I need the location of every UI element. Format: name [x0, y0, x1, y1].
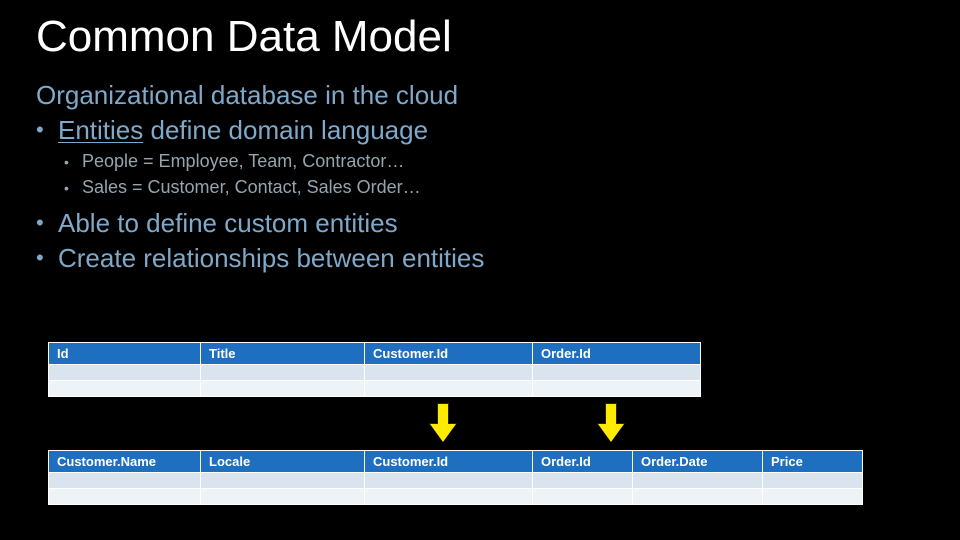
bullet-dot-icon: •	[36, 247, 58, 269]
sub-bullet-item: • Sales = Customer, Contact, Sales Order…	[64, 174, 924, 200]
table-row	[49, 365, 701, 381]
body-text: Organizational database in the cloud • E…	[36, 78, 924, 277]
table-header: Order.Id	[533, 343, 701, 365]
bullet-dot-icon: •	[36, 119, 58, 141]
bullet-text: Entities define domain language	[58, 113, 428, 148]
table-header: Customer.Name	[49, 451, 201, 473]
entity-table-2: Customer.Name Locale Customer.Id Order.I…	[48, 450, 863, 505]
table-header: Id	[49, 343, 201, 365]
table-header: Locale	[201, 451, 365, 473]
sub-bullet-item: • People = Employee, Team, Contractor…	[64, 148, 924, 174]
sub-bullet-text: People = Employee, Team, Contractor…	[82, 148, 404, 174]
bullet-dot-icon: •	[36, 212, 58, 234]
table-header: Price	[763, 451, 863, 473]
bullet-text: Create relationships between entities	[58, 241, 484, 276]
table-header: Customer.Id	[365, 343, 533, 365]
table-row	[49, 489, 863, 505]
bullet-dot-icon: •	[64, 155, 82, 169]
table-header: Title	[201, 343, 365, 365]
slide-title: Common Data Model	[36, 12, 924, 62]
bullet-item: • Create relationships between entities	[36, 241, 924, 276]
underlined-word: Entities	[58, 115, 143, 145]
table-header-row: Id Title Customer.Id Order.Id	[49, 343, 701, 365]
table-header: Order.Date	[633, 451, 763, 473]
table-row	[49, 473, 863, 489]
sub-bullet-text: Sales = Customer, Contact, Sales Order…	[82, 174, 421, 200]
arrow-down-icon	[430, 403, 456, 445]
entity-table-1: Id Title Customer.Id Order.Id	[48, 342, 701, 397]
slide: Common Data Model Organizational databas…	[0, 0, 960, 277]
bullet-text: Able to define custom entities	[58, 206, 398, 241]
table-header: Order.Id	[533, 451, 633, 473]
table-header: Customer.Id	[365, 451, 533, 473]
bullet-item: • Entities define domain language	[36, 113, 924, 148]
table-row	[49, 381, 701, 397]
bullet-dot-icon: •	[64, 181, 82, 195]
arrow-down-icon	[598, 403, 624, 445]
body-line: Organizational database in the cloud	[36, 78, 924, 113]
table-header-row: Customer.Name Locale Customer.Id Order.I…	[49, 451, 863, 473]
bullet-item: • Able to define custom entities	[36, 206, 924, 241]
